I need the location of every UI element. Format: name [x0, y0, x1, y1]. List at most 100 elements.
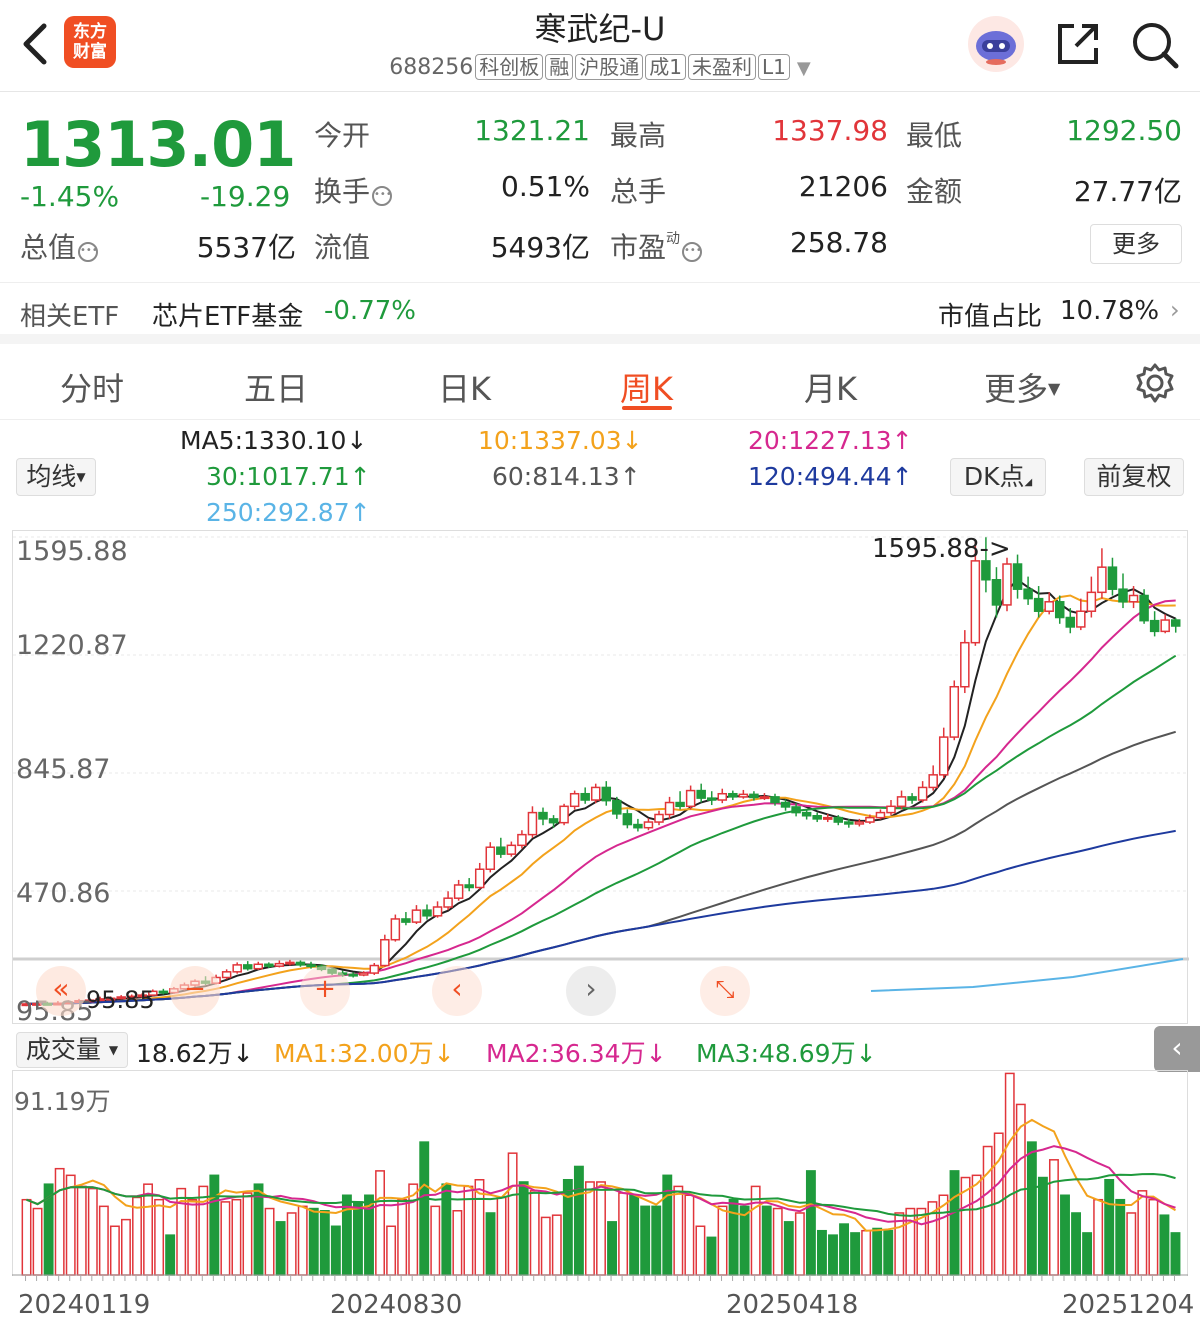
volume-bar [761, 1205, 772, 1276]
volume-bar [783, 1221, 794, 1276]
candle [907, 796, 917, 801]
candle [728, 792, 738, 798]
volume-bar [971, 1174, 982, 1276]
volume-bar [551, 1214, 562, 1276]
candle [643, 821, 654, 829]
candle [949, 685, 960, 738]
dk-point-button[interactable]: DK点◢ [950, 458, 1046, 496]
etf-name[interactable]: 芯片ETF基金 [152, 296, 303, 333]
volume-label: 总手 [610, 175, 667, 208]
volume-bar [1159, 1214, 1170, 1276]
volume-bar [562, 1178, 573, 1276]
volume-bar [264, 1207, 275, 1276]
tab-weekly-k[interactable]: 周K [620, 364, 673, 410]
candle [453, 884, 464, 899]
volume-bar [496, 1196, 507, 1276]
y-tick-1: 1595.88 [16, 536, 128, 567]
volume-bar [739, 1205, 750, 1276]
volume-bar [65, 1174, 76, 1276]
candle [928, 774, 938, 789]
tag-kcb: 科创板 [475, 54, 544, 80]
volume-bar [231, 1198, 242, 1276]
volume-chart[interactable] [12, 1070, 1188, 1276]
candle [1044, 601, 1054, 612]
candle [1118, 588, 1128, 603]
info-icon[interactable]: ••• [78, 242, 99, 262]
x-label-3: 20250418 [726, 1290, 859, 1320]
scroll-left-icon[interactable]: ‹ [432, 966, 482, 1016]
chevron-down-icon[interactable]: ▼ [797, 58, 811, 79]
y-tick-4: 470.86 [16, 878, 111, 909]
float-label: 流值 [314, 231, 371, 264]
candle [306, 964, 316, 968]
scroll-right-icon[interactable]: › [566, 966, 616, 1016]
search-icon[interactable] [1130, 20, 1180, 70]
etf-change: -0.77% [324, 296, 416, 326]
zoom-in-icon[interactable]: + [300, 966, 350, 1016]
candle [559, 805, 569, 824]
candle [380, 938, 390, 967]
current-price: 1313.01 [20, 108, 296, 181]
volume-bar [684, 1194, 695, 1276]
etf-ratio-label: 市值占比 [938, 302, 1043, 332]
float-value: 5493亿 [490, 231, 590, 264]
period-tabs: 分时 五日 日K 周K 月K 更多▼ [0, 344, 1200, 420]
x-label-2: 20240830 [330, 1290, 463, 1320]
kline-svg [13, 536, 1189, 1007]
zoom-out-icon[interactable]: − [170, 966, 220, 1016]
ma250-value: 250:292.87↑ [206, 498, 371, 527]
candle [1160, 619, 1170, 633]
fullscreen-icon[interactable]: ⤡ [700, 966, 750, 1016]
volume-bar [1126, 1212, 1137, 1276]
candle [1023, 588, 1033, 600]
candle [896, 796, 907, 808]
pe-value: 258.78 [790, 226, 888, 259]
indicator-selector[interactable]: 成交量 ▼ [16, 1032, 128, 1068]
info-icon[interactable]: ••• [372, 186, 393, 206]
candle [759, 796, 770, 800]
volume-bar [253, 1183, 264, 1276]
forward-adjust-button[interactable]: 前复权 [1084, 458, 1184, 496]
tab-five-day[interactable]: 五日 [244, 364, 308, 410]
volume-bar [540, 1216, 551, 1276]
candle [548, 818, 559, 824]
collapse-panel-icon[interactable]: ‹ [1154, 1026, 1200, 1072]
volume-bar [1082, 1232, 1093, 1276]
y-tick-2: 1220.87 [16, 630, 128, 661]
candle [1107, 566, 1118, 590]
candle [496, 846, 506, 855]
volume-bar [330, 1225, 341, 1276]
info-icon[interactable]: ••• [682, 242, 703, 262]
tab-intraday[interactable]: 分时 [60, 364, 124, 410]
volume-bar [828, 1234, 838, 1276]
volume-bar [1060, 1194, 1070, 1276]
volume-bar [861, 1229, 872, 1276]
volume-bar [618, 1192, 629, 1276]
volume-ma3: MA3:48.69万↓ [696, 1039, 877, 1068]
more-quote-button[interactable]: 更多 [1090, 224, 1182, 264]
candle [474, 868, 485, 889]
caret-down-icon: ▼ [1048, 379, 1061, 398]
volume-current: 18.62万↓ [136, 1039, 254, 1068]
volume-bar [1026, 1141, 1037, 1276]
kline-chart[interactable] [12, 530, 1189, 1024]
candle [569, 792, 580, 808]
low-label: 最低 [906, 119, 963, 152]
volume-bar [673, 1185, 684, 1276]
tab-more[interactable]: 更多▼ [984, 364, 1060, 410]
assistant-robot-icon[interactable] [968, 16, 1024, 72]
candle [401, 918, 411, 923]
scroll-start-icon[interactable]: « [36, 966, 86, 1016]
pe-label: 市盈动••• [610, 231, 703, 264]
settings-gear-icon[interactable] [1134, 362, 1176, 404]
share-icon[interactable] [1054, 20, 1102, 68]
volume-bar [76, 1185, 87, 1276]
tab-daily-k[interactable]: 日K [438, 364, 491, 410]
high-marker: 1595.88-> [872, 534, 1011, 564]
ma-selector[interactable]: 均线▼ [16, 458, 96, 496]
candle [664, 801, 675, 816]
chevron-right-icon[interactable]: › [1170, 296, 1180, 324]
candle [738, 793, 749, 798]
tab-monthly-k[interactable]: 月K [804, 364, 857, 410]
candle [411, 909, 422, 923]
